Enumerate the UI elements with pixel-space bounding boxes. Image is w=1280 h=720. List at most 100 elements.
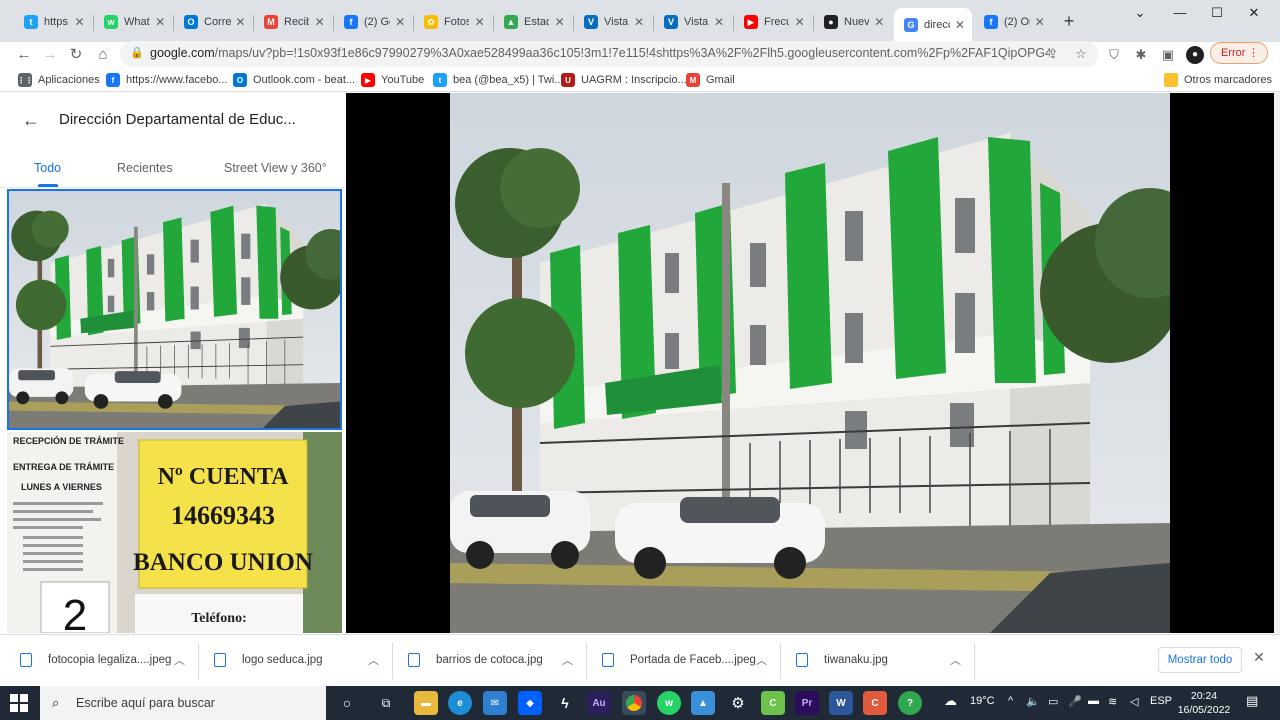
browser-tab[interactable]: Gdirecc ✕ [894, 8, 972, 42]
browser-tab[interactable]: ▲ Estad ✕ [494, 8, 572, 36]
edge-icon[interactable]: e [448, 691, 472, 715]
tray-chevron-icon[interactable]: ^ [1008, 695, 1013, 707]
close-tab-icon[interactable]: ✕ [873, 15, 886, 29]
temperature-label[interactable]: 19°C [970, 695, 995, 707]
weather-icon[interactable]: ☁ [944, 693, 957, 709]
browser-tab[interactable]: M Recib ✕ [254, 8, 332, 36]
bookmark-item[interactable]: U UAGRM : Inscripcio... [561, 71, 687, 89]
taskbar-search-box[interactable]: ⌕ Escribe aquí para buscar [40, 686, 326, 720]
new-tab-button[interactable]: + [1060, 12, 1078, 30]
chevron-up-icon[interactable]: ︿ [562, 652, 573, 668]
bookmark-item[interactable]: t bea (@bea_x5) | Twi... [433, 71, 563, 89]
browser-tab[interactable]: f (2) Go ✕ [334, 8, 412, 36]
bookmark-item[interactable]: ⋮⋮ Aplicaciones [17, 71, 100, 89]
photo-viewer[interactable] [346, 93, 1274, 633]
battery-icon[interactable]: ▬ [1088, 695, 1099, 707]
camera-icon[interactable]: ▭ [1048, 695, 1058, 708]
close-tab-icon[interactable]: ✕ [394, 15, 406, 29]
forward-arrow-icon[interactable]: → [40, 45, 60, 65]
close-downloads-icon[interactable]: ✕ [1251, 649, 1267, 669]
browser-tab[interactable]: t https: ✕ [14, 8, 92, 36]
other-bookmarks[interactable]: Otros marcadores [1164, 71, 1272, 89]
show-all-downloads-button[interactable]: Mostrar todo [1158, 647, 1242, 673]
browser-tab[interactable]: ✿ Fotos ✕ [414, 8, 492, 36]
camtasia-icon[interactable]: C [761, 691, 785, 715]
recorder-icon[interactable]: C [863, 691, 887, 715]
dropbox-icon[interactable]: ◆ [518, 691, 542, 715]
close-window-button[interactable]: ✕ [1242, 5, 1266, 23]
bookmark-item[interactable]: ▶ YouTube [361, 71, 424, 89]
cortana-icon[interactable]: ○ [335, 691, 359, 715]
download-item[interactable]: Portada de Faceb....jpeg ︿ [602, 635, 784, 685]
adobe-audition-icon[interactable]: Au [587, 691, 611, 715]
volume-icon[interactable]: ◁ [1130, 695, 1138, 708]
close-tab-icon[interactable]: ✕ [154, 15, 166, 29]
close-tab-icon[interactable]: ✕ [793, 15, 806, 29]
help-icon[interactable]: ? [898, 691, 922, 715]
bookmark-item[interactable]: M Gmail [686, 71, 735, 89]
back-arrow-icon[interactable]: ← [22, 109, 44, 131]
word-icon[interactable]: W [829, 691, 853, 715]
close-tab-icon[interactable]: ✕ [235, 15, 246, 29]
browser-tab[interactable]: ▶ Frecu ✕ [734, 8, 812, 36]
close-tab-icon[interactable]: ✕ [712, 15, 726, 29]
bookmark-item[interactable]: f https://www.facebo... [106, 71, 228, 89]
maximize-button[interactable]: ☐ [1205, 5, 1229, 23]
wifi-icon[interactable]: ≋ [1108, 695, 1117, 708]
extensions-puzzle-icon[interactable]: ✱ [1132, 46, 1150, 64]
close-tab-icon[interactable]: ✕ [73, 15, 86, 29]
lock-icon[interactable]: 🔒 [130, 46, 144, 59]
download-item[interactable]: tiwanaku.jpg ︿ [796, 635, 978, 685]
profile-avatar[interactable]: ● [1186, 46, 1204, 64]
whatsapp-icon[interactable]: w [657, 691, 681, 715]
close-tab-icon[interactable]: ✕ [632, 15, 646, 29]
browser-tab[interactable]: V Vista ✕ [574, 8, 652, 36]
url-text[interactable]: google.com/maps/uv?pb=!1s0x93f1e86c97990… [150, 46, 1050, 60]
chevron-up-icon[interactable]: ︿ [756, 652, 767, 668]
browser-tab[interactable]: ● Nuev ✕ [814, 8, 892, 36]
share-icon[interactable]: ⇪ [1044, 45, 1062, 63]
settings-gear-icon[interactable]: ⚙ [726, 691, 750, 715]
close-tab-icon[interactable]: ✕ [1034, 15, 1046, 29]
notifications-icon[interactable]: ▤ [1246, 693, 1258, 709]
browser-tab[interactable]: f (2) Or ✕ [974, 8, 1052, 36]
close-tab-icon[interactable]: ✕ [954, 18, 966, 32]
home-icon[interactable]: ⌂ [93, 45, 113, 65]
tab-search-icon[interactable]: ⌄ [1128, 5, 1152, 23]
taskbar-clock[interactable]: 20:24 16/05/2022 [1172, 689, 1236, 717]
chevron-up-icon[interactable]: ︿ [368, 652, 379, 668]
page-scrollbar[interactable] [1274, 93, 1280, 633]
download-item[interactable]: logo seduca.jpg ︿ [214, 635, 396, 685]
tab-recientes[interactable]: Recientes [117, 161, 173, 175]
bookmark-star-icon[interactable]: ☆ [1072, 45, 1090, 63]
side-panel-icon[interactable]: ▣ [1159, 46, 1177, 64]
error-badge-button[interactable]: Error ⋮ [1210, 42, 1268, 64]
close-tab-icon[interactable]: ✕ [473, 15, 486, 29]
adobe-premiere-icon[interactable]: Pr [795, 691, 819, 715]
reload-icon[interactable]: ↻ [66, 45, 86, 65]
file-explorer-icon[interactable]: ▬ [414, 691, 438, 715]
photo-thumbnail-sign[interactable]: RECEPCIÓN DE TRÁMITE ENTREGA DE TRÁMITE … [7, 432, 342, 633]
tab-todo[interactable]: Todo [34, 161, 61, 175]
browser-tab[interactable]: O Correo ✕ [174, 8, 252, 36]
browser-tab[interactable]: w Whats ✕ [94, 8, 172, 36]
chrome-icon[interactable] [622, 691, 646, 715]
browser-tab[interactable]: V Vista ✕ [654, 8, 732, 36]
main-photo[interactable] [450, 93, 1170, 633]
address-bar[interactable]: 🔒 google.com/maps/uv?pb=!1s0x93f1e86c979… [120, 41, 1098, 67]
photos-icon[interactable]: ▲ [691, 691, 715, 715]
chevron-up-icon[interactable]: ︿ [950, 652, 961, 668]
close-tab-icon[interactable]: ✕ [313, 15, 326, 29]
chevron-up-icon[interactable]: ︿ [174, 652, 185, 668]
kebab-menu-icon[interactable]: ⋮ [1248, 43, 1259, 63]
back-arrow-icon[interactable]: ← [14, 45, 34, 65]
windows-start-icon[interactable] [10, 694, 28, 712]
photo-thumbnail-building[interactable] [7, 189, 342, 430]
close-tab-icon[interactable]: ✕ [553, 15, 566, 29]
bookmark-item[interactable]: O Outlook.com - beat... [233, 71, 355, 89]
tab-street-view[interactable]: Street View y 360° [224, 161, 327, 175]
minimize-button[interactable]: — [1168, 5, 1192, 23]
microphone-icon[interactable]: 🎤 [1068, 695, 1082, 708]
language-indicator[interactable]: ESP [1150, 695, 1172, 707]
extension-shield-icon[interactable]: ⛉ [1105, 46, 1123, 64]
